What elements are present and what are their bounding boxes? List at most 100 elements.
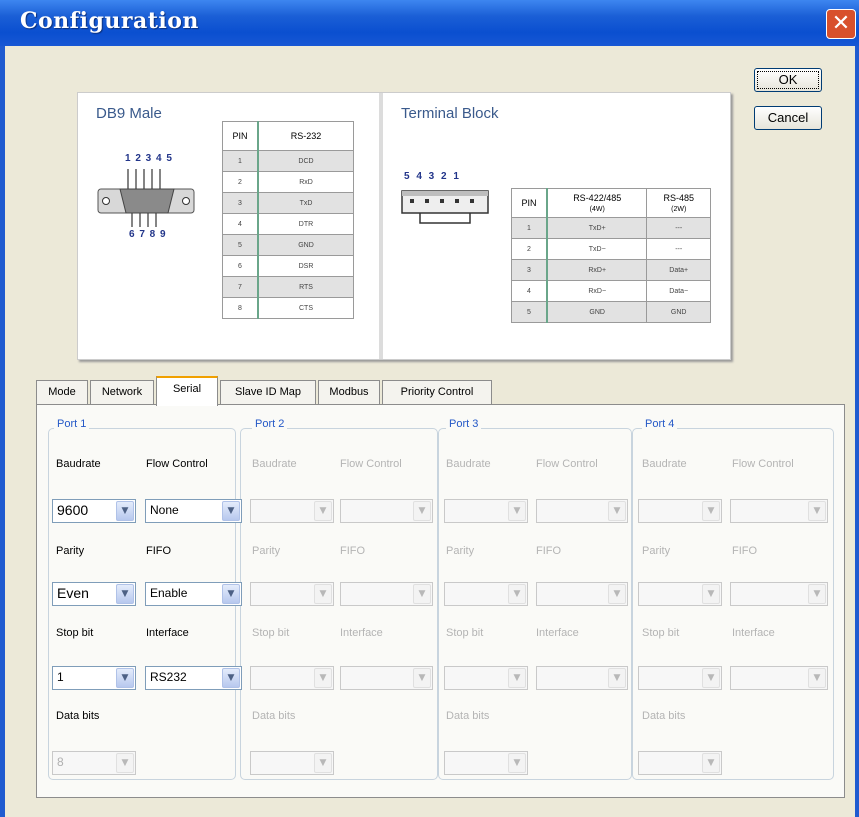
- port-2-baudrate-select[interactable]: ▼: [250, 499, 334, 523]
- port-3-interface-select[interactable]: ▼: [536, 666, 628, 690]
- table-row: 6 DSR: [222, 255, 354, 277]
- fifo-label: FIFO: [340, 545, 366, 557]
- pin-cell: 8: [222, 297, 259, 319]
- port-3-flow-control-select[interactable]: ▼: [536, 499, 628, 523]
- db9-title: DB9 Male: [96, 105, 162, 122]
- table-row: 4 RxD− Data−: [511, 280, 711, 302]
- flow-control-label: Flow Control: [732, 458, 794, 470]
- pin-cell: 2: [511, 238, 548, 260]
- port-3-baudrate-select[interactable]: ▼: [444, 499, 528, 523]
- port-1-flow-control-select[interactable]: None ▼: [145, 499, 242, 523]
- chevron-down-icon[interactable]: ▼: [413, 501, 431, 521]
- interface-label: Interface: [340, 627, 383, 639]
- chevron-down-icon[interactable]: ▼: [413, 668, 431, 688]
- table-row: 2 TxD− ---: [511, 238, 711, 260]
- stop-bit-label: Stop bit: [446, 627, 484, 639]
- port-3-fifo-select[interactable]: ▼: [536, 582, 628, 606]
- signal-cell: TxD: [257, 192, 354, 214]
- port-1-parity-select[interactable]: Even ▼: [52, 582, 136, 606]
- tab-mode[interactable]: Mode: [36, 380, 88, 404]
- signal-cell: DSR: [257, 255, 354, 277]
- cancel-button[interactable]: Cancel: [754, 106, 822, 130]
- port-3-data-bits-select[interactable]: ▼: [444, 751, 528, 775]
- tab-slave-id-map[interactable]: Slave ID Map: [220, 380, 316, 404]
- chevron-down-icon[interactable]: ▼: [413, 584, 431, 604]
- data-bits-label: Data bits: [56, 710, 100, 722]
- port-4-baudrate-select[interactable]: ▼: [638, 499, 722, 523]
- table-header: RS-232: [257, 121, 354, 151]
- interface-label: Interface: [536, 627, 579, 639]
- selected-value: None: [150, 503, 179, 517]
- chevron-down-icon[interactable]: ▼: [314, 501, 332, 521]
- chevron-down-icon[interactable]: ▼: [608, 668, 626, 688]
- chevron-down-icon[interactable]: ▼: [116, 501, 134, 521]
- signal-cell: RTS: [257, 276, 354, 298]
- flow-control-label: Flow Control: [536, 458, 598, 470]
- flow-control-label: Flow Control: [340, 458, 402, 470]
- signal-cell: ---: [646, 217, 711, 239]
- tab-serial[interactable]: Serial: [156, 376, 218, 406]
- port-4-flow-control-select[interactable]: ▼: [730, 499, 828, 523]
- chevron-down-icon[interactable]: ▼: [508, 753, 526, 773]
- port-4-title: Port 4: [642, 418, 678, 430]
- chevron-down-icon[interactable]: ▼: [808, 501, 826, 521]
- chevron-down-icon[interactable]: ▼: [508, 501, 526, 521]
- port-2-flow-control-select[interactable]: ▼: [340, 499, 433, 523]
- port-1-stop-bit-select[interactable]: 1 ▼: [52, 666, 136, 690]
- port-1-baudrate-select[interactable]: 9600 ▼: [52, 499, 136, 523]
- window-border-right: [855, 46, 859, 817]
- chevron-down-icon[interactable]: ▼: [808, 584, 826, 604]
- port-2-stop-bit-select[interactable]: ▼: [250, 666, 334, 690]
- port-1-fifo-select[interactable]: Enable ▼: [145, 582, 242, 606]
- port-4-interface-select[interactable]: ▼: [730, 666, 828, 690]
- configuration-window: Configuration ✕ OK Cancel DB9 Male 1 2 3…: [0, 0, 859, 817]
- chevron-down-icon[interactable]: ▼: [222, 501, 240, 521]
- signal-cell: DCD: [257, 150, 354, 172]
- port-1-data-bits-select[interactable]: 8 ▼: [52, 751, 136, 775]
- signal-cell: DTR: [257, 213, 354, 235]
- port-2-fifo-select[interactable]: ▼: [340, 582, 433, 606]
- signal-cell: TxD−: [546, 238, 648, 260]
- chevron-down-icon[interactable]: ▼: [608, 501, 626, 521]
- chevron-down-icon[interactable]: ▼: [608, 584, 626, 604]
- chevron-down-icon[interactable]: ▼: [702, 584, 720, 604]
- chevron-down-icon[interactable]: ▼: [508, 584, 526, 604]
- chevron-down-icon[interactable]: ▼: [314, 753, 332, 773]
- tab-priority-control[interactable]: Priority Control: [382, 380, 492, 404]
- tab-network[interactable]: Network: [90, 380, 154, 404]
- interface-label: Interface: [146, 627, 189, 639]
- chevron-down-icon[interactable]: ▼: [314, 668, 332, 688]
- tab-modbus[interactable]: Modbus: [318, 380, 380, 404]
- chevron-down-icon[interactable]: ▼: [116, 584, 134, 604]
- port-3-parity-select[interactable]: ▼: [444, 582, 528, 606]
- chevron-down-icon[interactable]: ▼: [222, 668, 240, 688]
- ok-button[interactable]: OK: [754, 68, 822, 92]
- window-title: Configuration: [20, 8, 199, 34]
- chevron-down-icon[interactable]: ▼: [116, 753, 134, 773]
- table-header: RS-422/485 (4W): [546, 188, 648, 218]
- port-3-stop-bit-select[interactable]: ▼: [444, 666, 528, 690]
- table-row: 1 TxD+ ---: [511, 217, 711, 239]
- port-4-fifo-select[interactable]: ▼: [730, 582, 828, 606]
- port-2-parity-select[interactable]: ▼: [250, 582, 334, 606]
- chevron-down-icon[interactable]: ▼: [314, 584, 332, 604]
- port-4-parity-select[interactable]: ▼: [638, 582, 722, 606]
- port-2-interface-select[interactable]: ▼: [340, 666, 433, 690]
- table-row: 8 CTS: [222, 297, 354, 319]
- port-4-stop-bit-select[interactable]: ▼: [638, 666, 722, 690]
- chevron-down-icon[interactable]: ▼: [508, 668, 526, 688]
- chevron-down-icon[interactable]: ▼: [702, 668, 720, 688]
- port-4-data-bits-select[interactable]: ▼: [638, 751, 722, 775]
- table-row: 4 DTR: [222, 213, 354, 235]
- chevron-down-icon[interactable]: ▼: [808, 668, 826, 688]
- port-1-interface-select[interactable]: RS232 ▼: [145, 666, 242, 690]
- chevron-down-icon[interactable]: ▼: [116, 668, 134, 688]
- title-bar[interactable]: Configuration ✕: [0, 0, 859, 46]
- chevron-down-icon[interactable]: ▼: [222, 584, 240, 604]
- chevron-down-icon[interactable]: ▼: [702, 753, 720, 773]
- chevron-down-icon[interactable]: ▼: [702, 501, 720, 521]
- port-2-data-bits-select[interactable]: ▼: [250, 751, 334, 775]
- table-row: 3 TxD: [222, 192, 354, 214]
- close-button[interactable]: ✕: [826, 9, 856, 39]
- parity-label: Parity: [252, 545, 281, 557]
